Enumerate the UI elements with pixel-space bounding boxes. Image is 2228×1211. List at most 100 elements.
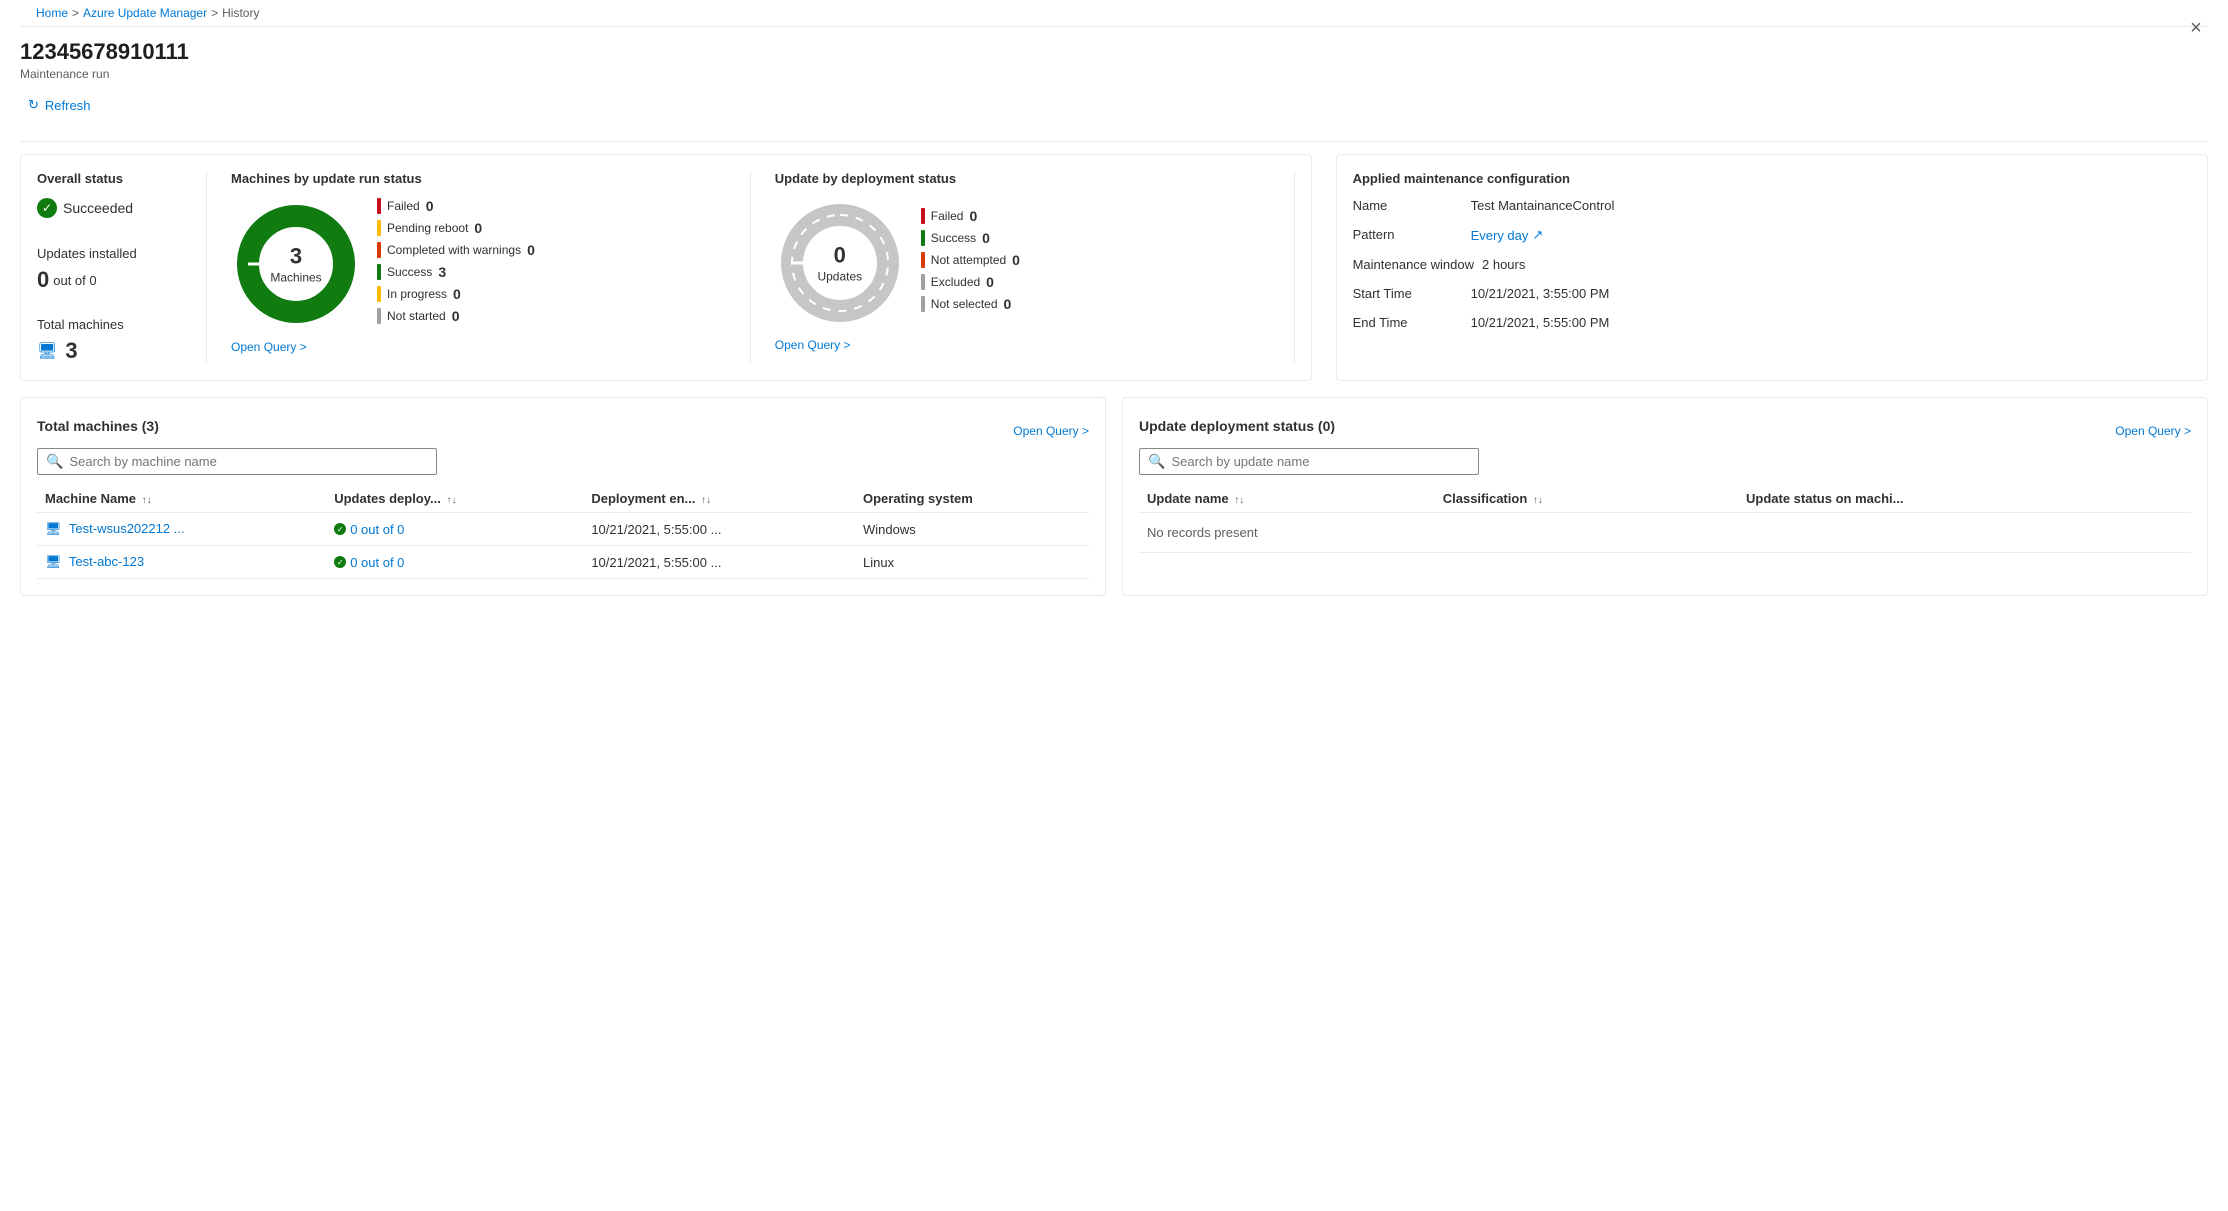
maintenance-window-value: 2 hours: [1482, 257, 1525, 272]
machine-count-number: 3: [65, 338, 77, 364]
machine-icon-cell: 🖥: [45, 521, 62, 536]
col-updates-deploy-sort[interactable]: ↑↓: [446, 495, 456, 506]
machines-search-input[interactable]: [69, 454, 428, 469]
machine-icon: 🖥: [37, 341, 57, 361]
dep-legend-label-not-selected: Not selected: [931, 297, 998, 311]
col-classification-label: Classification: [1443, 491, 1528, 506]
legend-bar-not-started: [377, 308, 381, 324]
breadcrumb: Home > Azure Update Manager > History: [20, 0, 2208, 27]
col-machine-name: Machine Name ↑↓: [37, 485, 326, 513]
deployment-chart-panel: Update by deployment status 0 Updates: [751, 171, 1295, 364]
machines-legend: Failed 0 Pending reboot 0 Completed with…: [377, 198, 535, 330]
deployment-chart-area: 0 Updates Failed 0 Success: [775, 198, 1270, 328]
maintenance-end-label: End Time: [1353, 315, 1463, 330]
external-link-icon: ↗: [1532, 227, 1543, 243]
page-subtitle: Maintenance run: [20, 67, 2208, 81]
maintenance-name-value: Test MantainanceControl: [1471, 198, 1615, 213]
maintenance-window-label: Maintenance window: [1353, 257, 1474, 272]
legend-item-pending-reboot: Pending reboot 0: [377, 220, 535, 236]
machines-open-query[interactable]: Open Query >: [231, 340, 307, 354]
col-machine-name-sort[interactable]: ↑↓: [142, 495, 152, 506]
dep-legend-bar-not-attempted: [921, 252, 925, 268]
maintenance-window-row: Maintenance window 2 hours: [1353, 257, 2191, 272]
legend-value-not-started: 0: [452, 308, 460, 324]
dep-legend-bar-not-selected: [921, 296, 925, 312]
machine-icon-cell-2: 🖥: [45, 554, 62, 569]
updates-table-open-query[interactable]: Open Query >: [2115, 424, 2191, 438]
machines-chart-title: Machines by update run status: [231, 171, 726, 186]
machines-donut-chart: 3 Machines: [231, 199, 361, 329]
dep-legend-item-not-selected: Not selected 0: [921, 296, 1020, 312]
os-cell-1: Windows: [855, 513, 1089, 546]
dep-legend-value-excluded: 0: [986, 274, 994, 290]
deployment-end-cell-2: 10/21/2021, 5:55:00 ...: [583, 546, 855, 579]
machines-search-icon: 🔍: [46, 453, 63, 470]
col-update-status-label: Update status on machi...: [1746, 491, 1903, 506]
maintenance-end-row: End Time 10/21/2021, 5:55:00 PM: [1353, 315, 2191, 330]
machines-donut-number: 3: [270, 244, 321, 270]
col-update-name-sort[interactable]: ↑↓: [1234, 495, 1244, 506]
top-section: Overall status ✓ Succeeded Updates insta…: [20, 154, 2208, 381]
machines-donut-label: 3 Machines: [270, 244, 321, 285]
deployment-legend: Failed 0 Success 0 Not attempted 0: [921, 208, 1020, 318]
legend-item-failed: Failed 0: [377, 198, 535, 214]
machines-table-header: Total machines (3) Open Query >: [37, 414, 1089, 438]
dep-legend-bar-failed: [921, 208, 925, 224]
legend-value-success: 3: [438, 264, 446, 280]
maintenance-start-value: 10/21/2021, 3:55:00 PM: [1471, 286, 1610, 301]
machine-count: 🖥 3: [37, 338, 186, 364]
refresh-icon: ↻: [28, 97, 39, 113]
machines-table-open-query[interactable]: Open Query >: [1013, 424, 1089, 438]
col-classification: Classification ↑↓: [1435, 485, 1738, 513]
col-update-name: Update name ↑↓: [1139, 485, 1435, 513]
breadcrumb-history: History: [222, 6, 259, 20]
legend-label-failed: Failed: [387, 199, 420, 213]
updates-link-2[interactable]: 0 out of 0: [350, 555, 404, 570]
col-machine-name-label: Machine Name: [45, 491, 136, 506]
updates-table-header-row: Update name ↑↓ Classification ↑↓ Update …: [1139, 485, 2191, 513]
col-classification-sort[interactable]: ↑↓: [1533, 495, 1543, 506]
status-text: Succeeded: [63, 200, 133, 216]
machines-search-box[interactable]: 🔍: [37, 448, 437, 475]
legend-bar-in-progress: [377, 286, 381, 302]
close-button[interactable]: ×: [2180, 12, 2212, 44]
updates-installed-section: Updates installed 0 out of 0: [37, 246, 186, 293]
updates-search-icon: 🔍: [1148, 453, 1165, 470]
dep-legend-bar-excluded: [921, 274, 925, 290]
dep-legend-item-failed: Failed 0: [921, 208, 1020, 224]
dep-legend-value-not-selected: 0: [1004, 296, 1012, 312]
machine-link-1[interactable]: Test-wsus202212 ...: [69, 521, 185, 536]
legend-value-in-progress: 0: [453, 286, 461, 302]
updates-cell-2: ✓ 0 out of 0: [326, 546, 583, 579]
dep-legend-label-success: Success: [931, 231, 976, 245]
machines-table-header-row: Machine Name ↑↓ Updates deploy... ↑↓ Dep…: [37, 485, 1089, 513]
machines-donut-text: Machines: [270, 271, 321, 285]
dep-legend-value-failed: 0: [969, 208, 977, 224]
legend-label-warnings: Completed with warnings: [387, 243, 521, 257]
deployment-open-query[interactable]: Open Query >: [775, 338, 851, 352]
legend-item-warnings: Completed with warnings 0: [377, 242, 535, 258]
updates-table-header: Update deployment status (0) Open Query …: [1139, 414, 2191, 438]
total-machines-section: Total machines 🖥 3: [37, 317, 186, 364]
col-deployment-end-sort[interactable]: ↑↓: [701, 495, 711, 506]
refresh-button[interactable]: ↻ Refresh: [20, 93, 98, 117]
updates-installed-label: Updates installed: [37, 246, 186, 261]
machines-table-title: Total machines (3): [37, 418, 159, 434]
updates-link-1[interactable]: 0 out of 0: [350, 522, 404, 537]
updates-search-box[interactable]: 🔍: [1139, 448, 1479, 475]
col-update-status: Update status on machi...: [1738, 485, 2191, 513]
maintenance-pattern-value[interactable]: Every day ↗: [1471, 227, 1544, 243]
table-row: 🖥 Test-abc-123 ✓ 0 out of 0 10/21/2021, …: [37, 546, 1089, 579]
dep-legend-label-excluded: Excluded: [931, 275, 980, 289]
machine-link-2[interactable]: Test-abc-123: [69, 554, 144, 569]
breadcrumb-azure-update-manager[interactable]: Azure Update Manager: [83, 6, 207, 20]
maintenance-name-row: Name Test MantainanceControl: [1353, 198, 2191, 213]
deployment-donut-text: Updates: [817, 270, 862, 284]
legend-label-not-started: Not started: [387, 309, 446, 323]
legend-bar-failed: [377, 198, 381, 214]
maintenance-name-label: Name: [1353, 198, 1463, 213]
dep-legend-label-failed: Failed: [931, 209, 964, 223]
updates-search-input[interactable]: [1171, 454, 1470, 469]
breadcrumb-home[interactable]: Home: [36, 6, 68, 20]
success-dot-2: ✓: [334, 556, 346, 568]
